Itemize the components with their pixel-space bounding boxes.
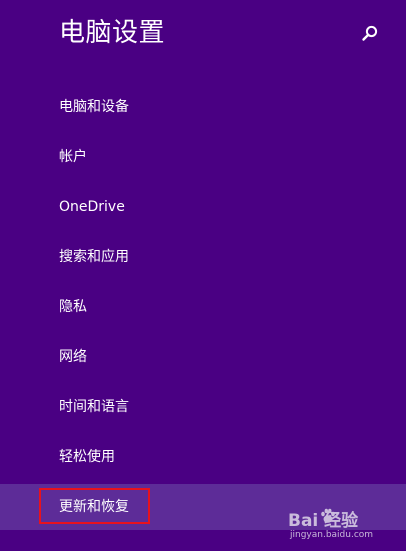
nav-item-privacy[interactable]: 隐私 (0, 287, 406, 327)
nav-item-search-and-apps[interactable]: 搜索和应用 (0, 237, 406, 277)
nav-item-label: 隐私 (59, 299, 87, 315)
nav-item-accounts[interactable]: 帐户 (0, 137, 406, 177)
nav-item-label: OneDrive (59, 199, 125, 215)
nav-item-label: 轻松使用 (59, 449, 115, 465)
nav-item-pc-and-devices[interactable]: 电脑和设备 (0, 87, 406, 127)
nav-item-label: 帐户 (59, 149, 87, 165)
nav-item-update-and-recovery[interactable]: 更新和恢复 (0, 484, 406, 530)
nav-item-label: 网络 (59, 349, 87, 365)
nav-item-onedrive[interactable]: OneDrive (0, 187, 406, 227)
nav-item-label: 搜索和应用 (59, 249, 129, 265)
nav-item-ease-of-access[interactable]: 轻松使用 (0, 437, 406, 477)
search-icon (362, 25, 378, 41)
nav-item-network[interactable]: 网络 (0, 337, 406, 377)
nav-item-label: 更新和恢复 (59, 499, 129, 515)
nav-item-label: 电脑和设备 (59, 99, 129, 115)
nav-item-label: 时间和语言 (59, 399, 129, 415)
search-button[interactable] (360, 24, 380, 44)
page-title: 电脑设置 (59, 18, 166, 48)
nav-item-time-and-language[interactable]: 时间和语言 (0, 387, 406, 427)
watermark-url: jingyan.baidu.com (290, 530, 374, 540)
pc-settings-panel: 电脑设置 电脑和设备 帐户 OneDrive 搜索和应用 隐私 网络 时间和语言… (0, 0, 406, 551)
